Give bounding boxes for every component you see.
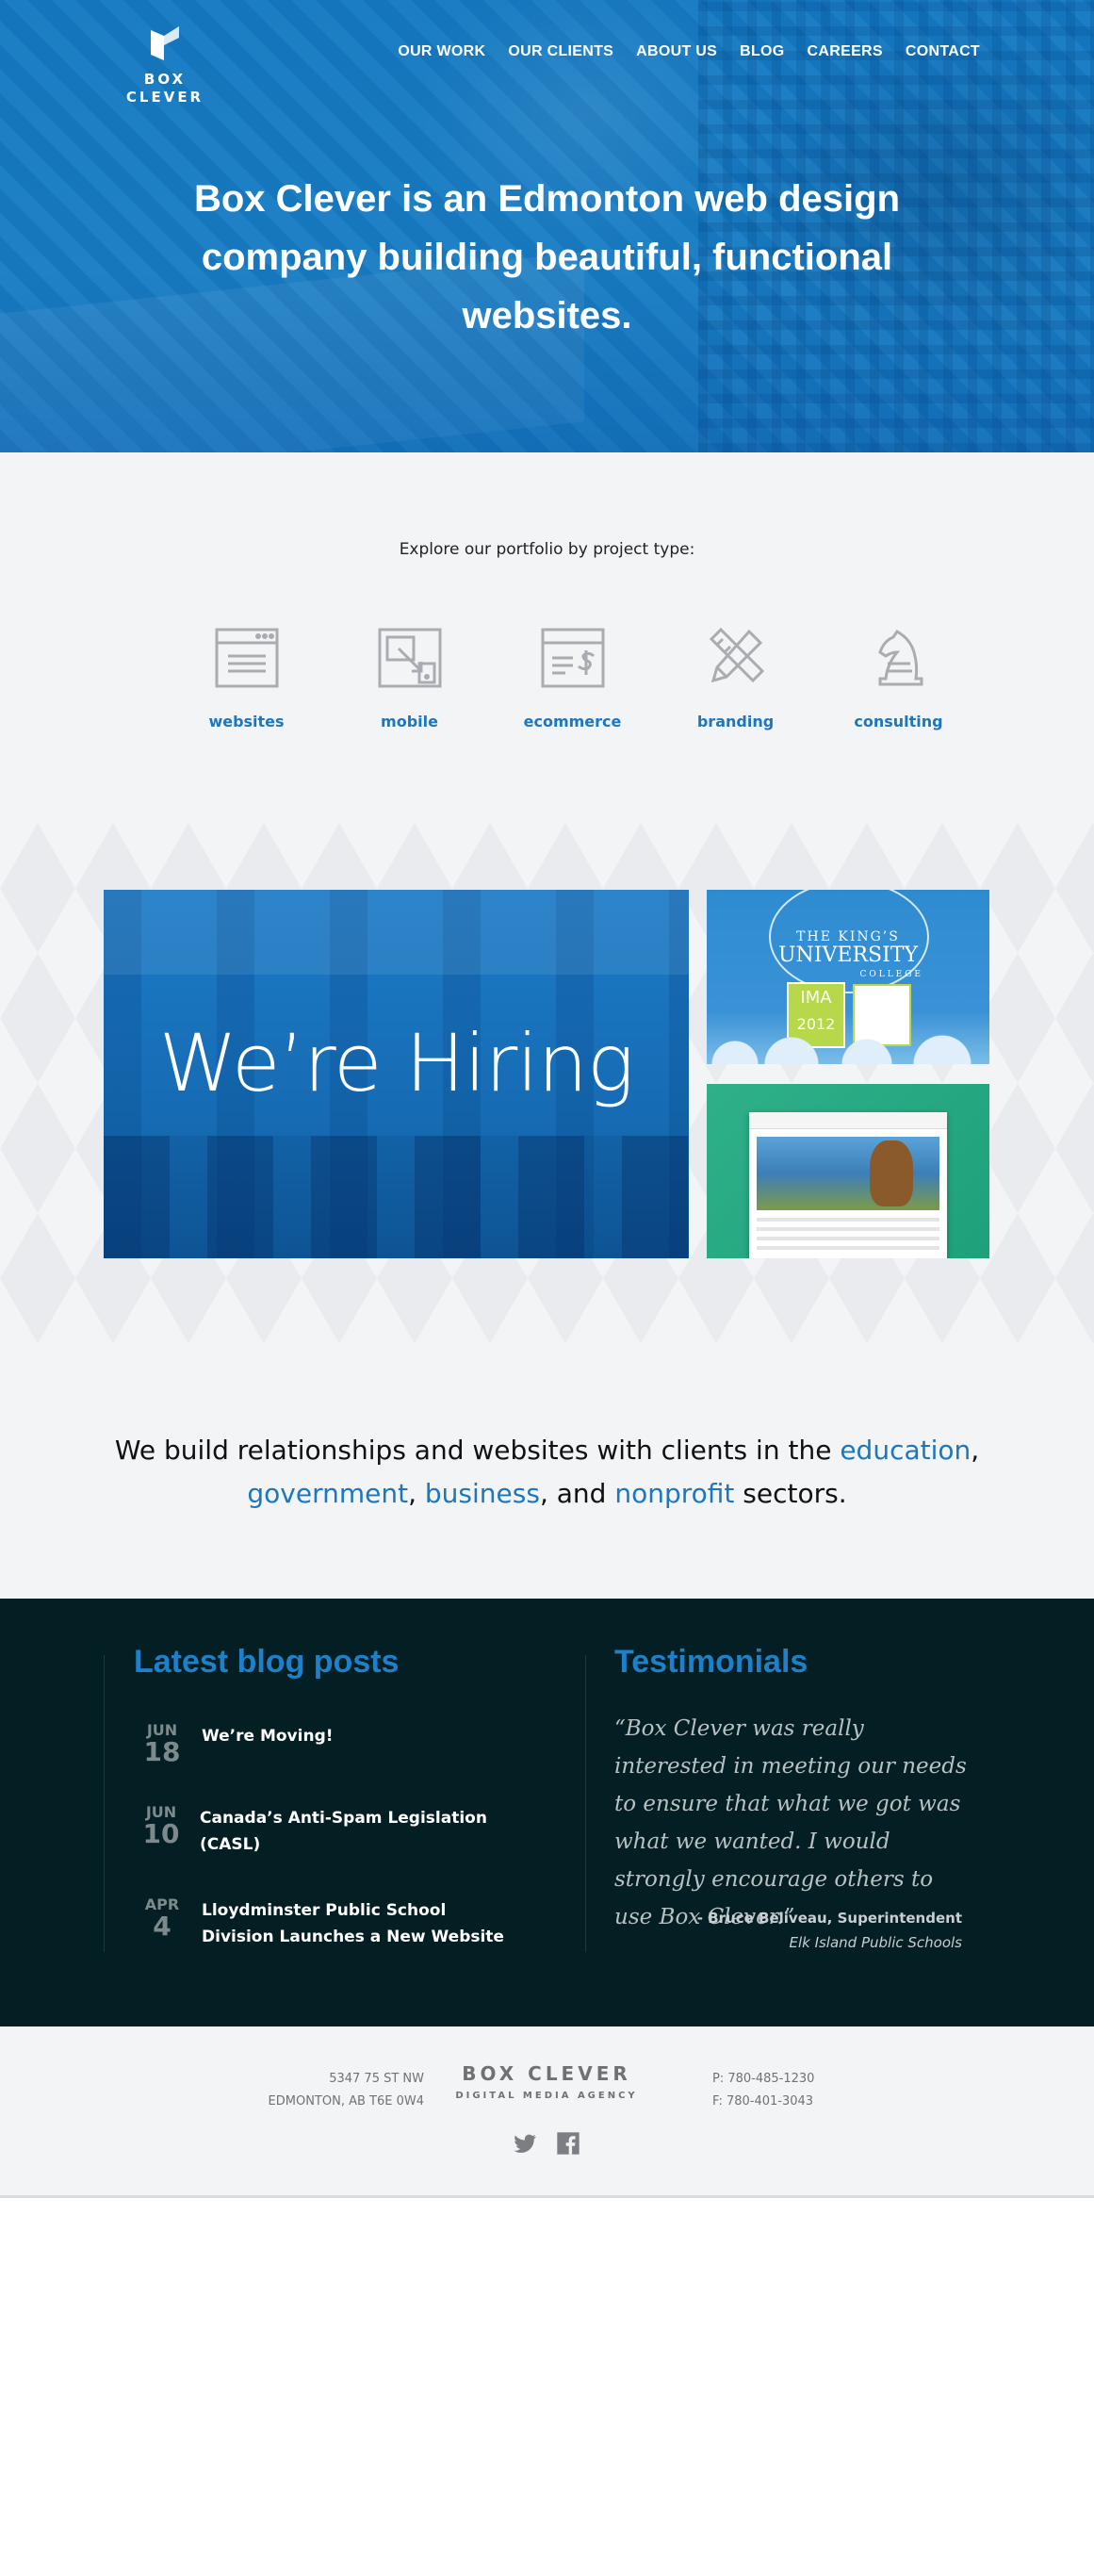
social-links [512,2130,581,2157]
clients-sep: , [971,1435,980,1466]
mobile-resize-icon [378,628,441,688]
nav-blog[interactable]: BLOG [740,43,784,60]
box-clever-logo-icon [151,26,179,60]
contact-numbers: P: 780-485-1230 F: 780-401-3043 [712,2068,814,2113]
nav-our-clients[interactable]: OUR CLIENTS [508,43,613,60]
phone-number: P: 780-485-1230 [712,2072,815,2086]
clients-sep: , and [539,1478,615,1509]
post-title[interactable]: We’re Moving! [202,1721,334,1765]
site-header-bar [749,1112,947,1129]
nav-about-us[interactable]: ABOUT US [636,43,717,60]
post-date: APR 4 [141,1895,183,1950]
showcase-section: We’re Hiring THE KING’S UNIVERSITY COLLE… [0,824,1094,1344]
browser-window-icon [215,628,278,688]
blog-testimonials-section: Latest blog posts JUN 18 We’re Moving! J… [0,1599,1094,2026]
testimonials-heading: Testimonials [614,1644,808,1680]
hero-title: Box Clever is an Edmonton web design com… [193,178,901,336]
kings-line2: UNIVERSITY [778,943,918,967]
testimonial-quote: “Box Clever was really interested in mee… [614,1716,967,1929]
address-line2: EDMONTON, AB T6E 0W4 [268,2094,424,2108]
clients-statement: We build relationships and websites with… [104,1429,990,1516]
address: 5347 75 ST NW EDMONTON, AB T6E 0W4 [254,2068,424,2113]
blog-list: JUN 18 We’re Moving! JUN 10 Canada’s Ant… [141,1721,537,1988]
nav-careers[interactable]: CAREERS [808,43,883,60]
project-types: websites mobile ecommerce branding consu… [165,622,980,730]
cloud-decoration [707,1032,989,1064]
pencil-ruler-icon [709,627,764,683]
site-content-lines [757,1218,939,1255]
badge-ima: IMA [800,988,832,1008]
link-nonprofit[interactable]: nonprofit [614,1478,734,1509]
clients-section: We build relationships and websites with… [0,1344,1094,1599]
post-day: 18 [143,1736,181,1767]
kings-line3: COLLEGE [859,970,923,979]
hiring-title: We’re Hiring [158,1017,635,1109]
kings-title: THE KING’S UNIVERSITY COLLEGE [707,927,989,984]
type-consulting[interactable]: consulting [817,622,980,730]
type-ecommerce[interactable]: ecommerce [491,622,654,730]
project-thumb-kings[interactable]: THE KING’S UNIVERSITY COLLEGE IMA 2012 [707,890,989,1064]
link-business[interactable]: business [425,1478,540,1509]
blog-post[interactable]: JUN 18 We’re Moving! [141,1721,537,1765]
facebook-icon [557,2132,580,2155]
fax-number: F: 780-401-3043 [712,2094,814,2108]
hiring-banner[interactable]: We’re Hiring [104,890,689,1258]
website-screenshot [749,1112,947,1258]
clients-text-lead: We build relationships and websites with… [114,1435,841,1466]
blog-heading: Latest blog posts [134,1644,400,1680]
testimonial-organization: Elk Island Public Schools [789,1934,962,1951]
post-title[interactable]: Canada’s Anti-Spam Legislation (CASL) [200,1803,537,1858]
footer-logo: BOX CLEVER DIGITAL MEDIA AGENCY [452,2062,641,2101]
blog-post[interactable]: APR 4 Lloydminster Public School Divisio… [141,1895,537,1950]
clients-text-tail: sectors. [734,1478,847,1509]
post-day: 4 [153,1911,171,1942]
ecommerce-dollar-icon [541,628,604,688]
page-bottom-space [0,2201,1094,2576]
twitter-icon [514,2134,536,2153]
type-branding[interactable]: branding [654,622,817,730]
post-date: JUN 18 [141,1721,183,1765]
office-desks [104,1136,689,1258]
project-thumb-website[interactable] [707,1084,989,1258]
logo-text: BOX CLEVER [125,71,204,106]
link-government[interactable]: government [247,1478,408,1509]
address-line1: 5347 75 ST NW [329,2072,424,2086]
hero-banner: BOX CLEVER OUR WORK OUR CLIENTS ABOUT US… [0,0,1094,452]
blog-post[interactable]: JUN 10 Canada’s Anti-Spam Legislation (C… [141,1803,537,1858]
type-label: mobile [381,713,438,730]
type-label: websites [208,713,285,730]
type-label: consulting [854,713,943,730]
type-mobile[interactable]: mobile [328,622,491,730]
main-nav: OUR WORK OUR CLIENTS ABOUT US BLOG CAREE… [398,43,980,60]
footer: 5347 75 ST NW EDMONTON, AB T6E 0W4 BOX C… [0,2026,1094,2198]
type-label: ecommerce [523,713,622,730]
logo[interactable]: BOX CLEVER [104,25,226,106]
type-label: branding [696,713,775,730]
divider [585,1655,586,1952]
link-education[interactable]: education [840,1435,971,1466]
chess-knight-icon [877,630,923,686]
nav-our-work[interactable]: OUR WORK [398,43,485,60]
post-date: JUN 10 [141,1803,181,1858]
post-title[interactable]: Lloydminster Public School Division Laun… [202,1895,513,1950]
portfolio-lead: Explore our portfolio by project type: [399,540,695,559]
type-websites[interactable]: websites [165,622,328,730]
footer-tagline: DIGITAL MEDIA AGENCY [455,2091,638,2101]
twitter-link[interactable] [512,2130,538,2157]
divider [104,1655,105,1952]
footer-brand-name: BOX CLEVER [462,2062,631,2085]
mascot-figure [870,1140,913,1206]
post-day: 10 [142,1818,180,1849]
facebook-link[interactable] [555,2130,581,2157]
site-hero-photo [757,1137,939,1210]
clients-sep: , [408,1478,425,1509]
portfolio-section: Explore our portfolio by project type: w… [0,452,1094,824]
testimonial-author: - Bruce Beliveau, Superintendent [696,1910,962,1927]
nav-contact[interactable]: CONTACT [906,43,980,60]
